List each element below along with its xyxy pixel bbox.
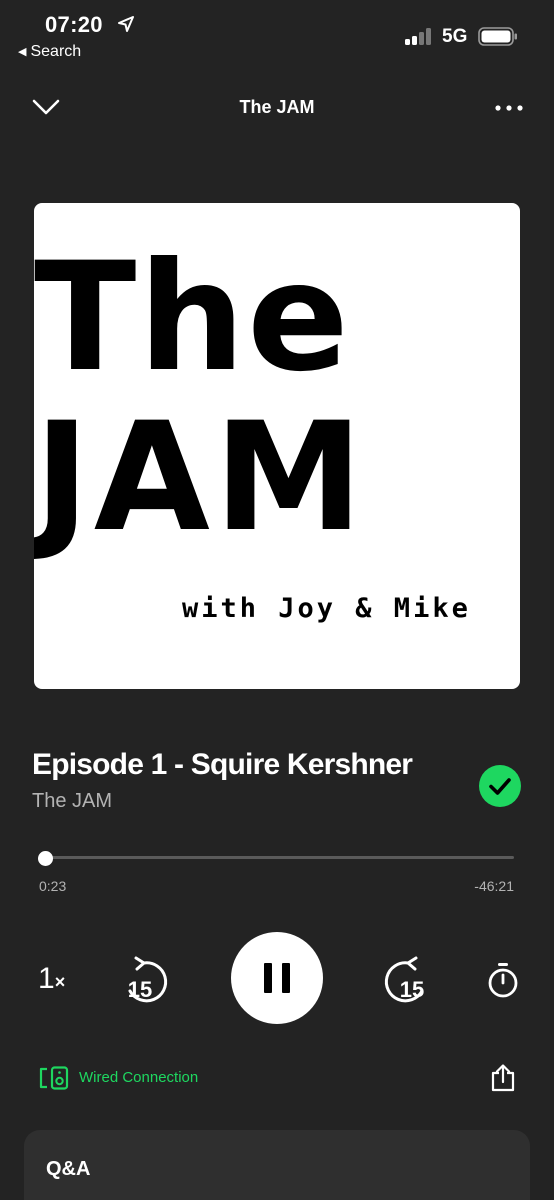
remaining-time: -46:21: [474, 878, 514, 894]
progress-scrubber-handle[interactable]: [38, 851, 54, 866]
qa-title: Q&A: [46, 1158, 91, 1180]
back-search-label: Search: [30, 43, 82, 60]
pause-bar-left: [264, 963, 272, 993]
progress-track[interactable]: [40, 856, 514, 859]
playback-speed-button[interactable]: 1×: [38, 962, 65, 996]
pause-bar-right: [282, 963, 290, 993]
back-triangle-icon: ◀: [18, 46, 27, 58]
speed-suffix: ×: [54, 972, 66, 992]
skip-forward-15-icon[interactable]: 15: [378, 955, 430, 1007]
pause-button[interactable]: [231, 932, 323, 1024]
share-icon[interactable]: [490, 1064, 516, 1092]
episode-cover-art: The JAM with Joy & Mike: [34, 203, 520, 689]
status-time: 07:20: [45, 12, 103, 37]
battery-icon: [478, 27, 517, 46]
more-options-icon[interactable]: [494, 104, 524, 112]
skip-back-seconds: 15: [128, 977, 152, 1002]
cover-line-the: The: [34, 231, 351, 405]
connect-device-icon[interactable]: [39, 1066, 69, 1090]
elapsed-time: 0:23: [39, 878, 67, 894]
show-name-link[interactable]: The JAM: [32, 790, 112, 813]
episode-title: Episode 1 - Squire Kershner: [32, 748, 413, 781]
network-type: 5G: [442, 26, 468, 47]
skip-forward-seconds: 15: [400, 977, 424, 1002]
back-to-search-link[interactable]: ◀ Search: [18, 43, 81, 61]
cover-line-with: with Joy & Mike: [182, 593, 471, 624]
qa-card[interactable]: [24, 1130, 530, 1200]
location-arrow-icon: [118, 16, 134, 32]
device-label[interactable]: Wired Connection: [79, 1069, 198, 1086]
header-title: The JAM: [239, 97, 315, 117]
sleep-timer-icon[interactable]: [486, 961, 520, 999]
speed-value: 1: [38, 962, 55, 995]
cover-line-jam: JAM: [34, 391, 368, 565]
skip-back-15-icon[interactable]: 15: [122, 955, 174, 1007]
downloaded-check-icon[interactable]: [479, 765, 521, 807]
cellular-signal-icon: [405, 27, 435, 45]
